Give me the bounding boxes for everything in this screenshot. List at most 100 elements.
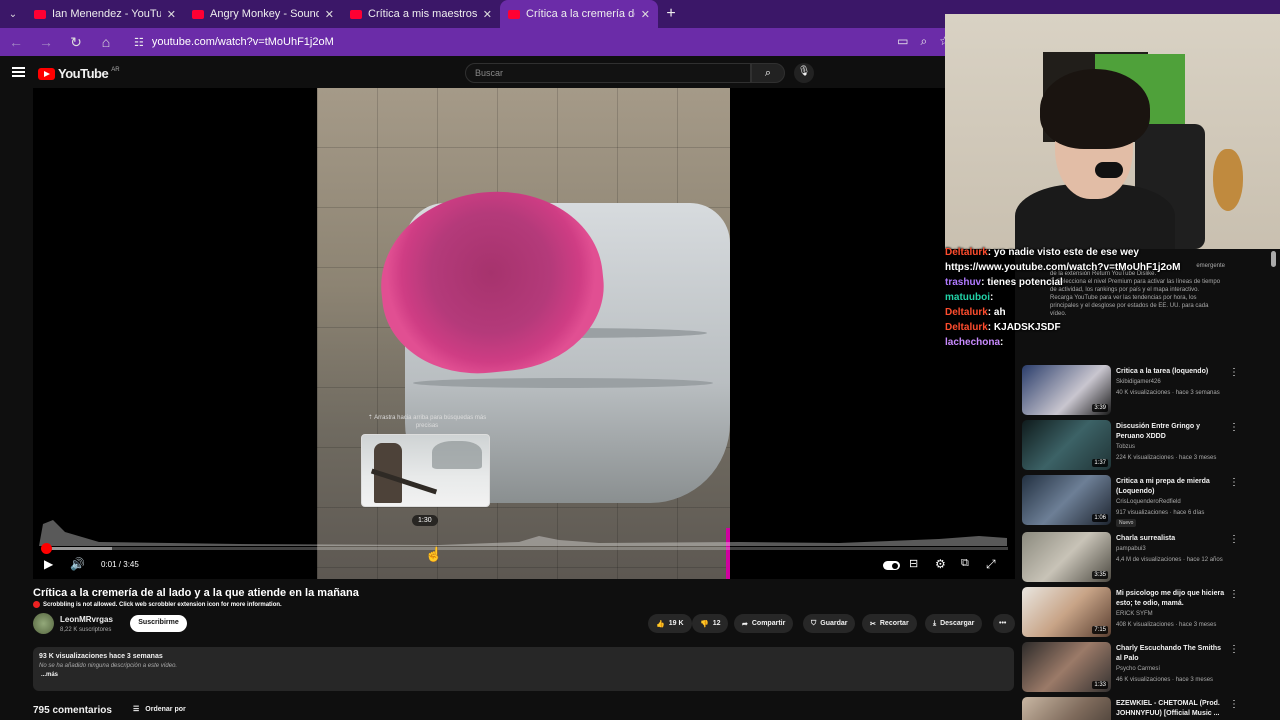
- suggestion-menu-icon[interactable]: ⋮: [1229, 589, 1239, 600]
- view-count-date: 93 K visualizaciones hace 3 semanas: [39, 653, 163, 660]
- clip-button[interactable]: ✂ Recortar: [862, 614, 917, 633]
- url-field[interactable]: ☷ youtube.com/watch?v=tMoUhF1j2oM: [134, 36, 334, 49]
- bucket-rim: [413, 378, 713, 388]
- close-tab-icon[interactable]: ✕: [325, 8, 334, 21]
- suggested-video[interactable]: 7:15 Mi psicologo me dijo que hiciera es…: [1022, 587, 1247, 639]
- home-icon[interactable]: ⌂: [98, 34, 114, 50]
- volume-icon[interactable]: 🔊: [70, 557, 85, 573]
- youtube-favicon-icon: [192, 9, 204, 19]
- video-player[interactable]: ⇡ Arrastra hacia arriba para búsquedas m…: [33, 88, 1015, 579]
- suggestion-menu-icon[interactable]: ⋮: [1229, 422, 1239, 433]
- play-icon[interactable]: ▶: [44, 557, 53, 573]
- suggestion-menu-icon[interactable]: ⋮: [1229, 644, 1239, 655]
- suggestion-title[interactable]: Mi psicologo me dijo que hiciera esto; t…: [1116, 589, 1226, 609]
- dislike-button[interactable]: 👎 12: [692, 614, 728, 633]
- close-tab-icon[interactable]: ✕: [167, 8, 176, 21]
- browser-tab[interactable]: Crítica a mis maestros de la uni ✕: [342, 0, 500, 28]
- tab-list-chevron-icon[interactable]: ⌄: [0, 0, 26, 28]
- youtube-header: YouTube AR Buscar ⌕ 🎙: [0, 56, 945, 90]
- cast-icon[interactable]: ▭: [897, 34, 908, 49]
- youtube-favicon-icon: [34, 9, 46, 19]
- youtube-logo[interactable]: YouTube AR: [38, 66, 120, 81]
- suggestion-title[interactable]: EZEWKIEL - CHETOMAL (Prod. JOHNNYFUU) [O…: [1116, 699, 1226, 719]
- time-display: 0:01 / 3:45: [101, 560, 139, 569]
- back-arrow-icon[interactable]: ←: [8, 34, 24, 50]
- suggestion-channel: pampabui3: [1116, 546, 1146, 552]
- no-description-text: No se ha añadido ninguna descripción a e…: [39, 663, 178, 669]
- browser-tab-active[interactable]: Crítica a la cremería de al lado y ✕: [500, 0, 658, 28]
- suggested-video[interactable]: 1:33 Charly Escuchando The Smiths al Pal…: [1022, 642, 1247, 694]
- suggested-video[interactable]: 3:39 Critica a la tarea (loquendo) Skibid…: [1022, 365, 1247, 417]
- browser-tab[interactable]: Ian Menendez - YouTube ✕: [26, 0, 184, 28]
- suggested-video[interactable]: 3:35 Charla surrealista pampabui3 4,4 M de…: [1022, 532, 1247, 584]
- suggestion-meta: 40 K visualizaciones · hace 3 semanas: [1116, 390, 1220, 396]
- autoplay-toggle[interactable]: [883, 561, 900, 570]
- tab-title: Crítica a la cremería de al lado y: [526, 8, 635, 20]
- sidebar-scrollbar[interactable]: [1271, 251, 1276, 267]
- suggestion-menu-icon[interactable]: ⋮: [1229, 699, 1239, 710]
- suggested-video[interactable]: EZEWKIEL - CHETOMAL (Prod. JOHNNYFUU) [O…: [1022, 697, 1247, 720]
- progress-track[interactable]: [45, 547, 1008, 550]
- suggestion-menu-icon[interactable]: ⋮: [1229, 367, 1239, 378]
- share-button[interactable]: ➦ Compartir: [734, 614, 794, 633]
- suggestion-menu-icon[interactable]: ⋮: [1229, 477, 1239, 488]
- video-thumbnail[interactable]: [1022, 697, 1111, 720]
- close-tab-icon[interactable]: ✕: [483, 8, 492, 21]
- suggestion-menu-icon[interactable]: ⋮: [1229, 534, 1239, 545]
- more-options-icon[interactable]: •••: [993, 614, 1015, 633]
- suggested-video[interactable]: 1:37 Discusión Entre Gringo y Peruano XD…: [1022, 420, 1247, 472]
- video-thumbnail[interactable]: 1:37: [1022, 420, 1111, 470]
- search-icon[interactable]: ⌕: [751, 63, 785, 83]
- like-button[interactable]: 👍 19 K: [648, 614, 692, 633]
- chat-message: Deltalurk: ah: [945, 307, 1006, 318]
- browser-tab[interactable]: Angry Monkey - Sound Effect - ✕: [184, 0, 342, 28]
- microphone-icon[interactable]: 🎙: [794, 63, 814, 83]
- description-box[interactable]: 93 K visualizaciones hace 3 semanas No s…: [33, 647, 1014, 691]
- video-thumbnail[interactable]: 3:39: [1022, 365, 1111, 415]
- suggestion-title[interactable]: Discusión Entre Gringo y Peruano XDDD: [1116, 422, 1226, 442]
- show-more-link[interactable]: ...más: [41, 672, 1008, 678]
- video-thumbnail[interactable]: 3:35: [1022, 532, 1111, 582]
- share-arrow-icon: ➦: [742, 620, 748, 628]
- suggestion-title[interactable]: Critica a la tarea (loquendo): [1116, 367, 1226, 377]
- video-thumbnail[interactable]: 7:15: [1022, 587, 1111, 637]
- sort-comments-button[interactable]: ☰ Ordenar por: [133, 705, 186, 714]
- subscribe-button[interactable]: Suscribirme: [130, 615, 187, 632]
- progress-buffered: [45, 547, 113, 550]
- menu-hamburger-icon[interactable]: [12, 67, 25, 77]
- suggestion-title[interactable]: Critica a mi prepa de mierda (Loquendo): [1116, 477, 1226, 497]
- search-input[interactable]: Buscar: [465, 63, 751, 83]
- forward-arrow-icon[interactable]: →: [38, 34, 54, 50]
- region-code: AR: [111, 66, 120, 73]
- chat-message: trashuv: tienes potencial: [945, 277, 1063, 288]
- suggestion-info: Critica a mi prepa de mierda (Loquendo) C…: [1116, 477, 1226, 519]
- tab-title: Ian Menendez - YouTube: [52, 8, 161, 20]
- video-thumbnail[interactable]: 1:33: [1022, 642, 1111, 692]
- video-duration: 3:39: [1092, 404, 1108, 412]
- settings-gear-icon[interactable]: ⚙: [935, 557, 946, 573]
- close-tab-icon[interactable]: ✕: [641, 8, 650, 21]
- scrub-preview-thumbnail: [361, 434, 490, 507]
- scrubber-handle[interactable]: [41, 543, 52, 554]
- suggestion-info: Charla surrealista pampabui3 4,4 M de visu…: [1116, 534, 1226, 566]
- download-icon: ⤓: [933, 619, 937, 627]
- suggestion-title[interactable]: Charly Escuchando The Smiths al Palo: [1116, 644, 1226, 664]
- new-tab-icon[interactable]: +: [658, 5, 684, 23]
- address-actions: ▭ ⌕ ☆: [897, 34, 950, 49]
- miniplayer-icon[interactable]: ⧉: [961, 557, 969, 573]
- fullscreen-icon[interactable]: ⤢: [986, 557, 996, 573]
- channel-avatar[interactable]: [33, 613, 54, 634]
- tab-title: Crítica a mis maestros de la uni: [368, 8, 477, 20]
- mouse-cursor-icon: ☝: [425, 546, 443, 562]
- reload-icon[interactable]: ↻: [68, 34, 84, 51]
- save-button[interactable]: ⛉ Guardar: [803, 614, 856, 633]
- zoom-icon[interactable]: ⌕: [921, 34, 928, 49]
- site-settings-icon[interactable]: ☷: [134, 36, 144, 49]
- video-thumbnail[interactable]: 1:06: [1022, 475, 1111, 525]
- channel-name[interactable]: LeonMRvrgas: [60, 615, 113, 624]
- suggested-video[interactable]: 1:06 Critica a mi prepa de mierda (Loque…: [1022, 475, 1247, 527]
- suggestion-info: Discusión Entre Gringo y Peruano XDDD Tob…: [1116, 422, 1226, 464]
- subtitles-icon[interactable]: ⊟: [909, 557, 918, 573]
- suggestion-title[interactable]: Charla surrealista: [1116, 534, 1226, 544]
- download-button[interactable]: ⤓ Descargar: [925, 614, 983, 633]
